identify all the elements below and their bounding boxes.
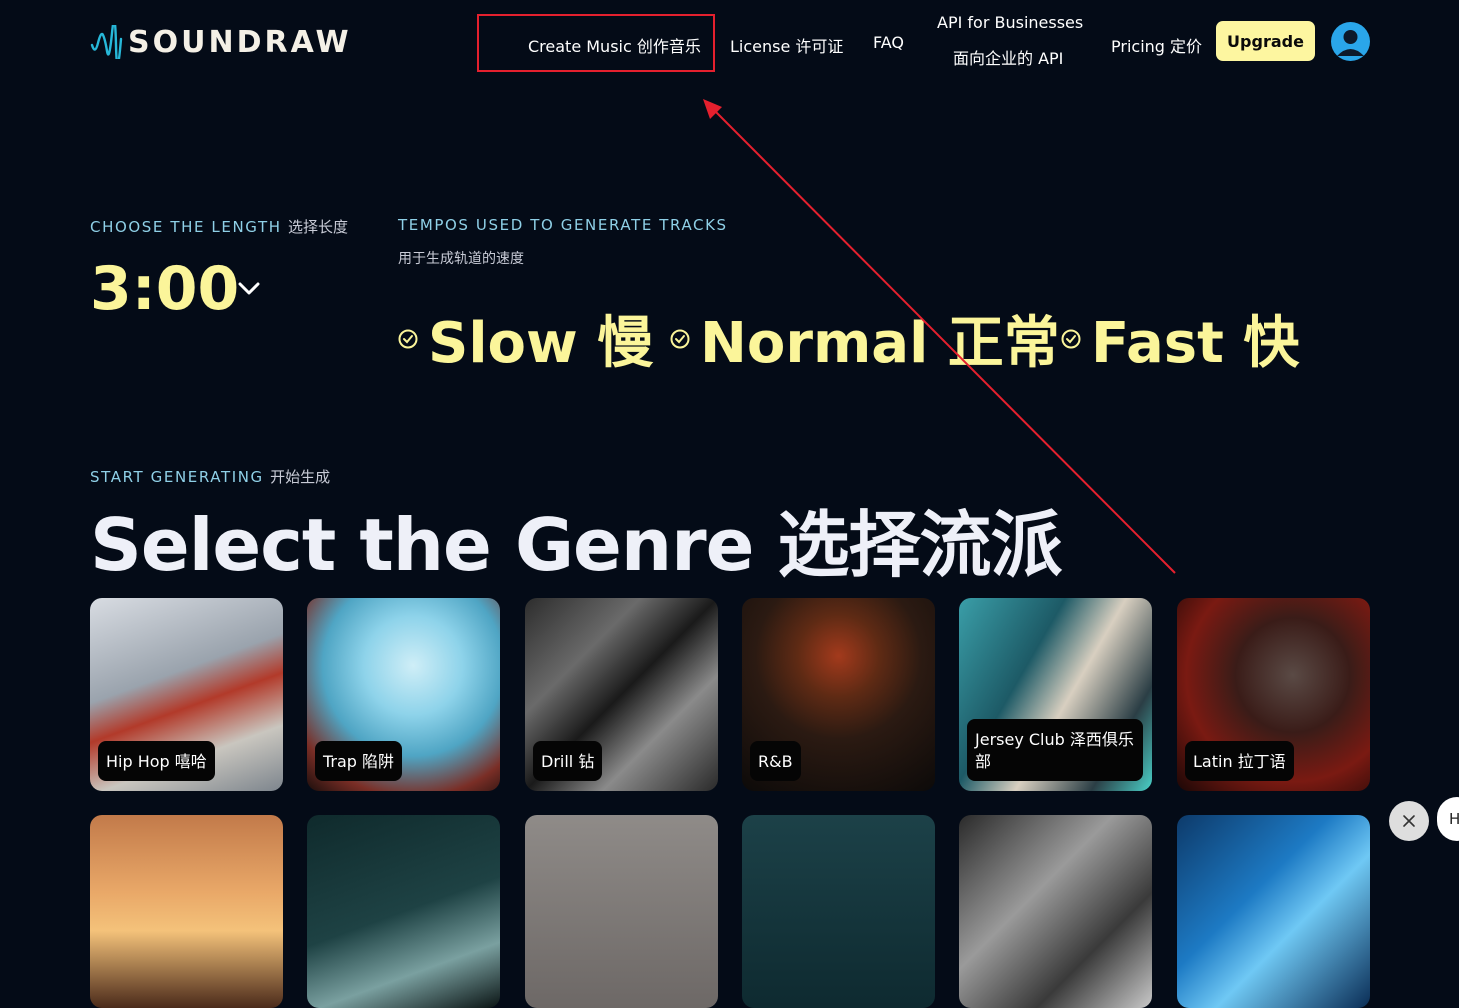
genre-card-trap[interactable]: Trap 陷阱: [307, 598, 500, 791]
length-value[interactable]: 3:00: [90, 254, 239, 324]
check-circle-icon: [670, 329, 690, 348]
length-label-cn: 选择长度: [287, 218, 348, 236]
close-chat-button[interactable]: [1389, 801, 1429, 841]
genre-card-latin[interactable]: Latin 拉丁语: [1177, 598, 1370, 791]
check-circle-icon: [398, 329, 418, 348]
soundwave-icon: [90, 25, 123, 59]
upgrade-button[interactable]: Upgrade: [1216, 21, 1315, 61]
tempo-label-en: TEMPOS USED TO GENERATE TRACKS: [398, 216, 728, 234]
genre-card-row2-3[interactable]: [525, 815, 718, 1008]
nav-api-line1[interactable]: API for Businesses: [937, 13, 1083, 32]
genre-label: Trap 陷阱: [315, 741, 403, 781]
user-avatar-icon[interactable]: [1331, 22, 1370, 61]
tempo-option-normal[interactable]: Normal 正常: [670, 298, 1060, 379]
genre-card-jersey-club[interactable]: Jersey Club 泽西俱乐部: [959, 598, 1152, 791]
length-label: CHOOSE THE LENGTH 选择长度: [90, 216, 348, 237]
logo-text: SOUNDRAW: [128, 24, 352, 60]
genre-card-row2-4[interactable]: [742, 815, 935, 1008]
genre-label: R&B: [750, 741, 801, 781]
nav-create-music[interactable]: Create Music 创作音乐: [528, 33, 701, 57]
genre-card-drill[interactable]: Drill 钻: [525, 598, 718, 791]
tempo-option-fast[interactable]: Fast 快: [1061, 298, 1299, 379]
genre-title: Select the Genre 选择流派: [90, 503, 1063, 587]
genre-card-hip-hop[interactable]: Hip Hop 嘻哈: [90, 598, 283, 791]
logo[interactable]: SOUNDRAW: [90, 24, 352, 60]
tempo-option-slow[interactable]: Slow 慢: [398, 298, 653, 379]
genre-card-row2-5[interactable]: [959, 815, 1152, 1008]
tempo-slow-label: Slow 慢: [428, 311, 654, 376]
nav-pricing[interactable]: Pricing 定价: [1111, 33, 1202, 57]
genre-eyebrow-en: START GENERATING: [90, 468, 264, 486]
genre-card-row2-1[interactable]: [90, 815, 283, 1008]
genre-card-row2-6[interactable]: [1177, 815, 1370, 1008]
genre-card-row2-2[interactable]: [307, 815, 500, 1008]
chevron-down-icon[interactable]: [236, 276, 262, 302]
genre-label: Jersey Club 泽西俱乐部: [967, 719, 1143, 781]
chat-bubble[interactable]: H: [1437, 797, 1459, 841]
length-label-en: CHOOSE THE LENGTH: [90, 218, 282, 236]
nav-license[interactable]: License 许可证: [730, 33, 843, 57]
genre-eyebrow-cn: 开始生成: [270, 468, 331, 486]
nav-faq[interactable]: FAQ: [873, 33, 904, 52]
tempo-normal-label: Normal 正常: [700, 311, 1060, 376]
top-nav: SOUNDRAW Create Music 创作音乐 License 许可证 F…: [0, 0, 1459, 84]
check-circle-icon: [1061, 329, 1081, 348]
tempo-label-cn: 用于生成轨道的速度: [398, 251, 524, 267]
nav-api-line2[interactable]: 面向企业的 API: [953, 45, 1063, 69]
genre-label: Hip Hop 嘻哈: [98, 741, 215, 781]
genre-label: Drill 钻: [533, 741, 603, 781]
tempo-fast-label: Fast 快: [1091, 311, 1300, 376]
genre-eyebrow: START GENERATING 开始生成: [90, 466, 330, 487]
genre-card-rnb[interactable]: R&B: [742, 598, 935, 791]
genre-label: Latin 拉丁语: [1185, 741, 1294, 781]
close-icon: [1403, 815, 1415, 827]
